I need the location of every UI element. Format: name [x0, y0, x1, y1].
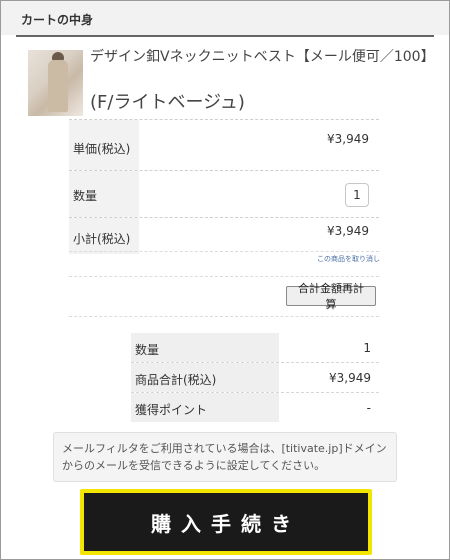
- detail-divider: [69, 251, 379, 252]
- item-detail-table: 単価(税込) ¥3,949 数量 1 小計(税込) ¥3,949: [69, 119, 379, 254]
- product-thumbnail[interactable]: [28, 50, 83, 116]
- recalc-divider-bottom: [69, 316, 379, 317]
- summary-total-value: ¥3,949: [329, 371, 371, 385]
- product-name-link[interactable]: デザイン釦Vネックニットベスト【メール便可／100】: [90, 48, 435, 67]
- checkout-button[interactable]: 購入手続き: [84, 493, 368, 551]
- recalculate-button[interactable]: 合計金額再計算: [286, 282, 376, 311]
- summary-points-label: 獲得ポイント: [131, 393, 279, 422]
- checkout-button-frame[interactable]: 購入手続き: [80, 489, 372, 555]
- summary-quantity-row: 数量 1: [131, 333, 379, 363]
- summary-quantity-label: 数量: [131, 333, 279, 362]
- email-filter-notice: メールフィルタをご利用されている場合は、[titivate.jp]ドメインからの…: [53, 432, 397, 482]
- subtotal-value: ¥3,949: [327, 224, 369, 238]
- summary-total-row: 商品合計(税込) ¥3,949: [131, 363, 379, 393]
- recalc-divider-top: [69, 276, 379, 277]
- cart-title: カートの中身: [21, 13, 94, 27]
- remove-item-link[interactable]: この商品を取り消し: [300, 254, 380, 264]
- subtotal-label: 小計(税込): [69, 218, 139, 254]
- header-divider: [16, 35, 434, 37]
- summary-total-label: 商品合計(税込): [131, 363, 279, 392]
- model-body: [48, 60, 68, 112]
- quantity-input[interactable]: 1: [345, 183, 369, 207]
- order-summary: 数量 1 商品合計(税込) ¥3,949 獲得ポイント -: [131, 333, 379, 422]
- summary-points-row: 獲得ポイント -: [131, 393, 379, 422]
- summary-quantity-value: 1: [363, 341, 371, 355]
- subtotal-row: 小計(税込) ¥3,949: [69, 217, 379, 254]
- quantity-row: 数量 1: [69, 170, 379, 217]
- quantity-label: 数量: [69, 171, 139, 217]
- product-variant: (F/ライトベージュ): [90, 92, 245, 113]
- unit-price-value: ¥3,949: [327, 132, 369, 146]
- summary-points-value: -: [366, 401, 371, 415]
- cart-header: カートの中身: [1, 1, 449, 35]
- unit-price-label: 単価(税込): [69, 120, 139, 170]
- unit-price-row: 単価(税込) ¥3,949: [69, 119, 379, 170]
